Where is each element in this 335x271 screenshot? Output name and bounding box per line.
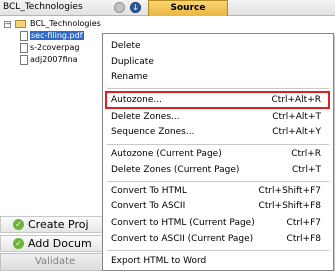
- download-icon[interactable]: ↓: [130, 2, 141, 13]
- menu-separator: [107, 250, 329, 251]
- tree-root-label[interactable]: BCL_Technologies: [30, 18, 101, 29]
- collapse-icon[interactable]: −: [4, 21, 11, 28]
- menu-item-label: Autozone (Current Page): [111, 149, 222, 159]
- menu-item-convert-to-ascii[interactable]: Convert To ASCII Ctrl+Shift+F8: [103, 199, 333, 213]
- menu-item-label: Delete Zones (Current Page): [111, 165, 240, 175]
- tree-item-label: sec-filing.pdf: [30, 31, 84, 40]
- menu-item-delete[interactable]: Delete: [103, 39, 333, 53]
- menu-item-label: Convert to ASCII (Current Page): [111, 234, 254, 244]
- menu-item-sequence-zones[interactable]: Sequence Zones... Ctrl+Alt+Y: [103, 125, 333, 139]
- menu-separator: [107, 88, 329, 89]
- menu-item-label: Convert To HTML: [111, 186, 187, 196]
- tree-item-adj2007[interactable]: adj2007fina: [30, 54, 78, 65]
- menu-item-export-html-to-word[interactable]: Export HTML to Word: [103, 254, 333, 268]
- menu-item-shortcut: Ctrl+F8: [286, 234, 321, 244]
- file-icon: [20, 55, 28, 65]
- create-project-button[interactable]: ✓ Create Proj: [0, 216, 110, 233]
- project-title: BCL_Technologies: [3, 2, 83, 12]
- menu-separator: [107, 181, 329, 182]
- menu-item-shortcut: Ctrl+Shift+F8: [258, 201, 321, 211]
- menu-item-label: Export HTML to Word: [111, 256, 207, 266]
- tab-source[interactable]: Source: [148, 0, 228, 16]
- menu-item-shortcut: Ctrl+R: [291, 149, 321, 159]
- menu-item-shortcut: Ctrl+Alt+Y: [272, 127, 321, 137]
- folder-icon: [15, 20, 26, 28]
- menu-item-label: Rename: [111, 72, 148, 82]
- add-document-button[interactable]: ✓ Add Docum: [0, 235, 110, 252]
- tree-item-sec-filing[interactable]: sec-filing.pdf: [30, 30, 84, 41]
- menu-item-duplicate[interactable]: Duplicate: [103, 55, 333, 69]
- menu-item-label: Delete: [111, 41, 141, 51]
- menu-item-label: Duplicate: [111, 57, 154, 67]
- file-icon: [20, 43, 28, 53]
- menu-item-convert-to-html-current-page[interactable]: Convert to HTML (Current Page) Ctrl+F7: [103, 216, 333, 230]
- add-document-label: Add Docum: [28, 237, 92, 250]
- highlight-annotation-box: [105, 91, 330, 109]
- menu-item-label: Delete Zones...: [111, 112, 180, 122]
- tree-item-s2coverpage[interactable]: s-2coverpag: [30, 42, 79, 53]
- menu-item-delete-zones[interactable]: Delete Zones... Ctrl+Alt+T: [103, 110, 333, 124]
- menu-item-convert-to-html[interactable]: Convert To HTML Ctrl+Shift+F7: [103, 184, 333, 198]
- settings-icon[interactable]: [114, 2, 125, 13]
- validate-button[interactable]: Validate: [0, 253, 110, 271]
- menu-separator: [107, 144, 329, 145]
- menu-item-label: Convert To ASCII: [111, 201, 186, 211]
- menu-item-convert-to-ascii-current-page[interactable]: Convert to ASCII (Current Page) Ctrl+F8: [103, 232, 333, 246]
- menu-item-shortcut: Ctrl+Shift+F7: [258, 186, 321, 196]
- menu-item-shortcut: Ctrl+Alt+T: [272, 112, 321, 122]
- menu-item-label: Convert to HTML (Current Page): [111, 218, 255, 228]
- menu-item-delete-zones-current-page[interactable]: Delete Zones (Current Page) Ctrl+T: [103, 163, 333, 177]
- context-menu: Delete Duplicate Rename Autozone... Ctrl…: [102, 33, 334, 271]
- check-icon: ✓: [13, 218, 24, 230]
- project-tree: − BCL_Technologies sec-filing.pdf s-2cov…: [0, 16, 110, 206]
- file-icon: [20, 31, 28, 41]
- check-icon: ✓: [13, 237, 24, 249]
- menu-item-rename[interactable]: Rename: [103, 70, 333, 84]
- menu-item-autozone-current-page[interactable]: Autozone (Current Page) Ctrl+R: [103, 147, 333, 161]
- menu-item-shortcut: Ctrl+F7: [286, 218, 321, 228]
- menu-item-label: Sequence Zones...: [111, 127, 195, 137]
- menu-item-shortcut: Ctrl+T: [291, 165, 321, 175]
- create-project-label: Create Proj: [28, 218, 89, 231]
